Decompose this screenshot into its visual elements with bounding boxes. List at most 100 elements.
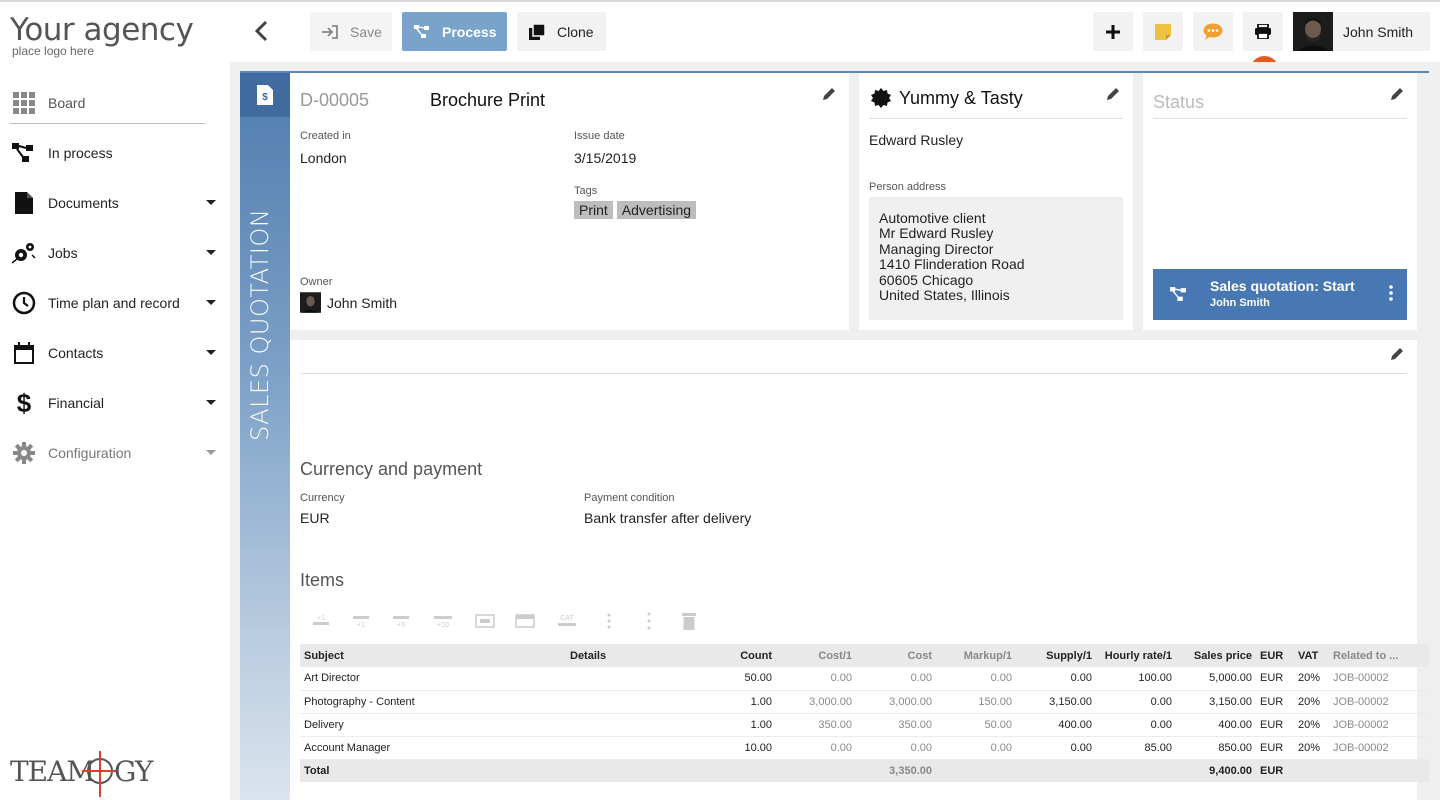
cell-count: 10.00 xyxy=(710,736,776,760)
client-name[interactable]: Yummy & Tasty xyxy=(899,88,1023,109)
tag-chip[interactable]: Print xyxy=(574,201,613,219)
trash-icon[interactable] xyxy=(676,608,702,634)
edit-icon[interactable] xyxy=(1390,87,1404,101)
add-one-below-icon[interactable]: +1 xyxy=(348,608,374,634)
avatar xyxy=(300,292,321,313)
cell-hourly: 100.00 xyxy=(1096,667,1176,691)
add-one-icon[interactable]: +1 xyxy=(308,608,334,634)
move-icon[interactable] xyxy=(596,608,622,634)
column-header[interactable]: Count xyxy=(710,644,776,667)
document-id: D-00005 xyxy=(300,90,370,110)
column-header[interactable]: Subject xyxy=(300,644,566,667)
printer-icon xyxy=(1255,24,1271,39)
gear-icon xyxy=(12,441,36,465)
user-menu[interactable]: John Smith xyxy=(1293,12,1430,51)
total-empty xyxy=(1329,759,1429,782)
add-button[interactable] xyxy=(1093,12,1133,51)
svg-text:$: $ xyxy=(262,92,268,103)
nav-item-configuration[interactable]: Configuration xyxy=(0,428,230,478)
teamogy-logo: TEAM GY xyxy=(10,747,160,797)
clone-button[interactable]: Clone xyxy=(517,12,606,51)
add-five-icon[interactable]: +5 xyxy=(388,608,414,634)
contact-person[interactable]: Edward Rusley xyxy=(869,132,963,148)
total-cost: 3,350.00 xyxy=(856,759,936,782)
column-header[interactable]: Supply/1 xyxy=(1016,644,1096,667)
more-vertical-icon[interactable] xyxy=(636,608,662,634)
calendar-icon xyxy=(12,341,36,365)
cell-hourly: 0.00 xyxy=(1096,713,1176,737)
total-empty xyxy=(776,759,856,782)
cell-related[interactable]: JOB-00002 xyxy=(1329,667,1429,691)
table-row[interactable]: Delivery 1.00 350.00 350.00 50.00 400.00… xyxy=(300,713,1429,737)
insert-table-icon[interactable] xyxy=(472,608,498,634)
plus-icon xyxy=(1106,24,1120,39)
column-header[interactable]: Sales price xyxy=(1176,644,1256,667)
process-button[interactable]: Process xyxy=(402,12,507,51)
cell-details xyxy=(566,690,710,714)
column-header[interactable]: VAT xyxy=(1294,644,1329,667)
comments-button[interactable] xyxy=(1193,12,1233,51)
insert-section-icon[interactable] xyxy=(512,608,538,634)
address-line: Mr Edward Rusley xyxy=(879,225,994,242)
table-row[interactable]: Account Manager 10.00 0.00 0.00 0.00 0.0… xyxy=(300,736,1429,760)
main-nav: Board In process Documents Jobs Time pla… xyxy=(0,78,230,478)
dollar-icon: $ xyxy=(16,387,32,418)
save-button[interactable]: Save xyxy=(310,12,392,51)
nav-item-board[interactable]: Board xyxy=(0,78,230,128)
nav-item-contacts[interactable]: Contacts xyxy=(0,328,230,378)
nav-item-time-plan[interactable]: Time plan and record xyxy=(0,278,230,328)
nav-item-documents[interactable]: Documents xyxy=(0,178,230,228)
cell-related[interactable]: JOB-00002 xyxy=(1329,713,1429,737)
items-section-heading: Items xyxy=(300,570,345,590)
edit-icon[interactable] xyxy=(822,87,836,101)
table-row[interactable]: Photography - Content 1.00 3,000.00 3,00… xyxy=(300,690,1429,714)
total-empty xyxy=(1096,759,1176,782)
column-header[interactable]: Related to ... xyxy=(1329,644,1429,667)
column-header[interactable]: Hourly rate/1 xyxy=(1096,644,1176,667)
column-header[interactable]: Cost/1 xyxy=(776,644,856,667)
cell-count: 1.00 xyxy=(710,690,776,714)
edit-icon[interactable] xyxy=(1106,87,1120,101)
cell-currency: EUR xyxy=(1256,667,1294,691)
tag-chip[interactable]: Advertising xyxy=(616,201,697,219)
owner-field[interactable]: John Smith xyxy=(300,292,397,313)
cell-cost: 350.00 xyxy=(856,713,936,737)
cell-details xyxy=(566,736,710,760)
items-toolbar-label: +10 xyxy=(437,622,449,629)
workflow-status-card[interactable]: Sales quotation: Start John Smith xyxy=(1153,269,1407,320)
agency-logo[interactable]: Your agency place logo here xyxy=(10,14,194,58)
table-row[interactable]: Art Director 50.00 0.00 0.00 0.00 0.00 1… xyxy=(300,667,1429,691)
edit-icon[interactable] xyxy=(1390,347,1404,361)
cell-cost1: 0.00 xyxy=(776,736,856,760)
cell-cost: 0.00 xyxy=(856,736,936,760)
cell-markup: 50.00 xyxy=(936,713,1016,737)
more-vertical-icon[interactable] xyxy=(1389,285,1393,301)
clock-icon xyxy=(12,291,36,315)
print-button[interactable] xyxy=(1243,12,1283,51)
column-header[interactable]: Cost xyxy=(856,644,936,667)
owner-name: John Smith xyxy=(327,294,398,311)
table-header-row: Subject Details Count Cost/1 Cost Markup… xyxy=(300,644,1429,667)
person-address-box: Automotive client Mr Edward Rusley Manag… xyxy=(869,197,1123,320)
total-price: 9,400.00 xyxy=(1176,759,1256,782)
nav-item-financial[interactable]: $ Financial xyxy=(0,378,230,428)
notes-button[interactable] xyxy=(1143,12,1183,51)
cell-hourly: 0.00 xyxy=(1096,690,1176,714)
cell-related[interactable]: JOB-00002 xyxy=(1329,690,1429,714)
nav-item-in-process[interactable]: In process xyxy=(0,128,230,178)
add-ten-icon[interactable]: +10 xyxy=(430,608,456,634)
cell-count: 1.00 xyxy=(710,713,776,737)
cell-markup: 0.00 xyxy=(936,736,1016,760)
back-button[interactable] xyxy=(248,16,274,46)
nav-item-jobs[interactable]: Jobs xyxy=(0,228,230,278)
cell-related[interactable]: JOB-00002 xyxy=(1329,736,1429,760)
column-header[interactable]: EUR xyxy=(1256,644,1294,667)
cell-vat: 20% xyxy=(1294,667,1329,691)
total-empty xyxy=(1016,759,1096,782)
catalog-icon[interactable]: CAT xyxy=(554,608,580,634)
sidebar: Your agency place logo here Board In pro… xyxy=(0,2,230,800)
svg-text:TEAM: TEAM xyxy=(10,755,94,788)
column-header[interactable]: Markup/1 xyxy=(936,644,1016,667)
svg-text:GY: GY xyxy=(114,755,154,788)
column-header[interactable]: Details xyxy=(566,644,710,667)
